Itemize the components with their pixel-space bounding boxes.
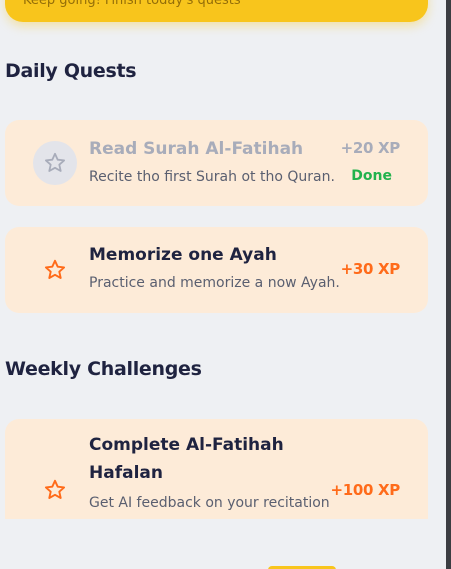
challenge-title-line1: Complete Al-Fatihah: [89, 435, 284, 455]
star-outline-icon: [33, 141, 77, 185]
scrollbar[interactable]: [446, 0, 451, 569]
quest-card-read-fatihah[interactable]: Read Surah Al-Fatihah Recite tho first S…: [5, 120, 428, 206]
star-outline-icon: [33, 248, 77, 292]
progress-banner[interactable]: Keep going! Finish today's quests: [5, 0, 428, 22]
quest-xp-reward: +30 XP: [340, 260, 401, 278]
quest-title: Memorize one Ayah: [89, 245, 277, 265]
weekly-challenges-heading: Weekly Challenges: [5, 358, 202, 380]
quest-status-badge: Done: [351, 168, 392, 184]
challenge-card-fatihah-hafalan[interactable]: Complete Al-Fatihah Hafalan Get AI feedb…: [5, 419, 428, 519]
challenge-xp-reward: +100 XP: [330, 481, 400, 499]
challenge-title-line2: Hafalan: [89, 463, 163, 483]
banner-text: Keep going! Finish today's quests: [23, 0, 241, 8]
quest-description: Practice and memorize a now Ayah.: [89, 275, 340, 291]
quest-card-memorize-ayah[interactable]: Memorize one Ayah Practice and memorize …: [5, 227, 428, 313]
quest-xp-reward: +20 XP: [340, 139, 401, 157]
daily-quests-heading: Daily Quests: [5, 60, 137, 82]
quest-title: Read Surah Al-Fatihah: [89, 139, 304, 159]
quest-description: Recite tho first Surah ot tho Quran.: [89, 169, 335, 185]
star-outline-icon: [33, 468, 77, 512]
quests-screen: Keep going! Finish today's quests Daily …: [0, 0, 446, 569]
challenge-description: Get AI feedback on your recitation: [89, 495, 330, 511]
